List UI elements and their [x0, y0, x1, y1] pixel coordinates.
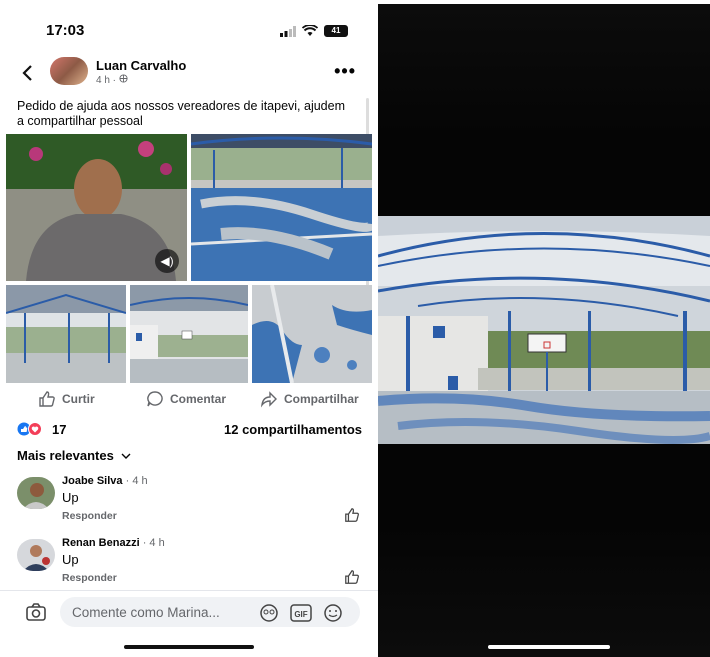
expanded-court-photo[interactable] [378, 216, 710, 444]
share-icon [260, 391, 277, 408]
post-photo-3[interactable] [6, 285, 126, 383]
comment-time: · 4 h [122, 475, 148, 487]
post-text: Pedido de ajuda aos nossos vereadores de… [17, 99, 345, 128]
back-icon[interactable] [20, 62, 34, 88]
like-button[interactable]: Curtir [38, 390, 95, 408]
comment-button[interactable]: Comentar [146, 390, 226, 408]
comment-item: Renan Benazzi · 4 h Up Responder [17, 537, 362, 593]
more-icon[interactable]: ••• [334, 61, 356, 82]
commenter-avatar[interactable] [17, 477, 55, 509]
battery-indicator: 41 [324, 25, 348, 37]
composer-icons: GIF [258, 604, 344, 622]
facebook-post-screen: 17:03 41 Luan Carvalho 4 h · ••• Pedido … [0, 0, 378, 657]
like-icon[interactable] [344, 569, 360, 585]
share-label: Compartilhar [284, 392, 359, 406]
post-photo-5[interactable] [252, 285, 372, 383]
camera-icon[interactable] [25, 601, 47, 623]
comment-icon [147, 391, 163, 407]
comment-composer: GIF [0, 590, 378, 632]
comment-text: Up [62, 490, 79, 505]
shares-count[interactable]: 12 compartilhamentos [224, 422, 362, 437]
reply-button[interactable]: Responder [62, 572, 117, 584]
reaction-count: 17 [52, 422, 67, 437]
emoji-icon[interactable] [322, 604, 344, 622]
post-time: 4 h · [96, 75, 119, 86]
comment-text: Up [62, 552, 79, 567]
comment-sort-label: Mais relevantes [17, 448, 114, 463]
post-photo-2[interactable] [191, 134, 372, 281]
author-name[interactable]: Luan Carvalho [96, 58, 186, 73]
chevron-down-icon [121, 453, 131, 459]
home-indicator[interactable] [124, 645, 254, 649]
wifi-icon [302, 25, 318, 36]
comment-label: Comentar [170, 392, 227, 406]
reactions-summary[interactable]: 17 12 compartilhamentos [17, 420, 362, 440]
status-bar: 17:03 41 [0, 20, 378, 44]
photo-viewer [378, 4, 710, 657]
share-button[interactable]: Compartilhar [260, 390, 359, 408]
commenter-avatar[interactable] [17, 539, 55, 571]
post-meta: 4 h · [96, 74, 128, 86]
home-indicator[interactable] [488, 645, 610, 649]
reaction-icons [17, 422, 47, 439]
post-actions: Curtir Comentar Compartilhar [0, 388, 378, 410]
post-header: Luan Carvalho 4 h · ••• [0, 56, 378, 90]
commenter-name[interactable]: Joabe Silva · 4 h [62, 475, 148, 487]
signal-icon [280, 25, 296, 37]
avatar-sticker-icon[interactable] [258, 604, 280, 622]
commenter-name[interactable]: Renan Benazzi · 4 h [62, 537, 165, 549]
comment-time: · 4 h [139, 537, 165, 549]
svg-text:GIF: GIF [294, 610, 307, 619]
post-photo-4[interactable] [130, 285, 248, 383]
comment-item: Joabe Silva · 4 h Up Responder [17, 475, 362, 531]
author-avatar[interactable] [50, 57, 88, 85]
comment-sort-dropdown[interactable]: Mais relevantes [17, 448, 131, 463]
like-label: Curtir [62, 392, 95, 406]
sound-icon[interactable]: ◀) [155, 249, 179, 273]
like-icon [39, 391, 55, 407]
gif-icon[interactable]: GIF [290, 604, 312, 622]
globe-icon [119, 74, 128, 83]
reply-button[interactable]: Responder [62, 510, 117, 522]
like-icon[interactable] [344, 507, 360, 523]
video-thumbnail[interactable]: ◀) [6, 134, 187, 281]
status-time: 17:03 [46, 22, 85, 39]
status-icons: 41 [280, 25, 348, 37]
